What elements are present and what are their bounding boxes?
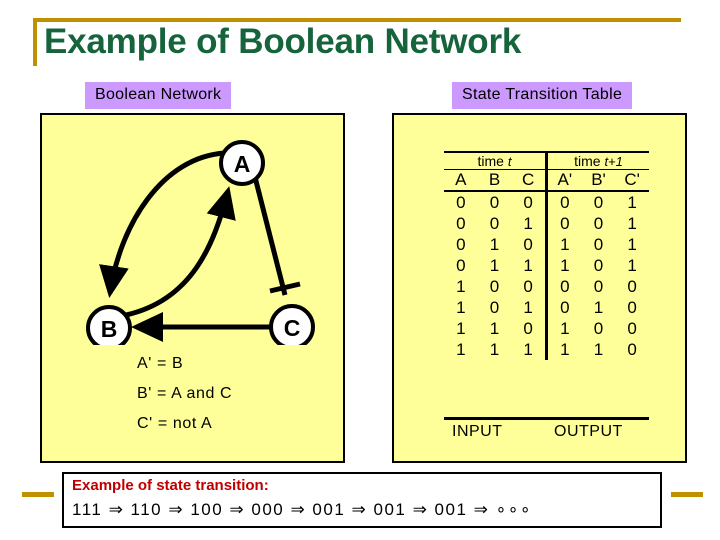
page-title: Example of Boolean Network [44,22,522,61]
equation-b: B' = A and C [137,385,233,402]
state-transition-table: time t time t+1 A B C A' B' C' 0 0 0 0 0… [444,151,649,360]
cell: 1 [523,298,533,317]
edge-a-inhibits-c [252,176,288,296]
table-row: 0 1 0 1 0 1 [444,234,649,255]
col-header-a-next: A' [544,169,582,192]
section-label-state-transition-table: State Transition Table [452,82,633,109]
table-footer-output: OUTPUT [554,423,623,440]
cell: 0 [456,256,466,275]
transition-table-wrapper: time t time t+1 A B C A' B' C' 0 0 0 0 0… [444,151,649,360]
cell: 0 [456,214,466,233]
cell: 0 [544,276,582,297]
example-heading: Example of state transition: [72,477,269,494]
cell: 0 [523,277,533,296]
cell: 1 [627,235,637,254]
group-header-time-t1-text: time [574,153,605,169]
cell: 0 [627,319,637,338]
cell: 1 [489,256,500,275]
group-header-time-t: time t [444,151,547,170]
cell: 1 [544,339,582,360]
cell: 0 [544,297,582,318]
cell: 1 [456,298,466,317]
cell: 1 [544,255,582,276]
table-footer-input: INPUT [452,423,503,440]
accent-dash-left [22,492,54,497]
cell: 0 [627,277,637,296]
equation-a: A' = B [137,355,184,372]
table-row: 1 1 0 1 0 0 [444,318,649,339]
group-header-time-t1: time t+1 [544,151,649,170]
table-row: 1 0 0 0 0 0 [444,276,649,297]
col-header-b-next: B' [581,169,616,192]
col-header-a: A [444,169,478,192]
cell: 1 [523,214,533,233]
cell: 0 [456,193,466,212]
title-left-rule [33,18,37,66]
cell: 1 [627,193,637,212]
cell: 0 [489,298,500,317]
cell: 0 [627,298,637,317]
table-row: 0 1 1 1 0 1 [444,255,649,276]
node-a-label: A [234,151,251,177]
group-header-time-t-var: t [507,154,512,169]
edge-a-to-b [99,150,226,298]
inhibition-bar-icon [269,281,301,294]
table-bottom-rule [444,417,649,420]
cell: 0 [593,214,604,233]
network-graph: A B C [86,140,315,345]
cell: 1 [627,256,637,275]
cell: 1 [456,319,466,338]
table-row: 1 0 1 0 1 0 [444,297,649,318]
group-header-time-t1-var: t+1 [604,154,623,169]
node-c-label: C [284,315,301,341]
table-group-header-row: time t time t+1 [444,151,649,170]
col-header-c-next: C' [615,169,649,192]
boolean-network-panel: A B C A' = B B' = A and C C' = not A [40,113,345,463]
cell: 0 [593,256,604,275]
cell: 1 [489,235,500,254]
state-transition-example-box: Example of state transition: 111 ⇒ 110 ⇒… [62,472,662,528]
cell: 0 [489,214,500,233]
node-b-label: B [101,316,118,342]
example-sequence: 111 ⇒ 110 ⇒ 100 ⇒ 000 ⇒ 001 ⇒ 001 ⇒ 001 … [72,500,533,519]
accent-dash-right [671,492,703,497]
cell: 1 [627,214,637,233]
table-row: 0 0 1 0 0 1 [444,213,649,234]
cell: 0 [544,213,582,234]
group-header-time-t-text: time [477,153,508,169]
cell: 1 [456,340,466,359]
cell: 0 [593,235,604,254]
cell: 0 [593,277,604,296]
cell: 0 [523,193,533,212]
cell: 1 [593,298,604,317]
cell: 0 [489,277,500,296]
cell: 1 [544,318,582,339]
table-column-header-row: A B C A' B' C' [444,169,649,192]
cell: 0 [456,235,466,254]
cell: 1 [544,234,582,255]
section-label-boolean-network: Boolean Network [85,82,232,109]
cell: 0 [593,193,604,212]
cell: 1 [523,256,533,275]
cell: 1 [489,340,500,359]
slide-root: Example of Boolean Network Boolean Netwo… [0,0,720,540]
table-row: 0 0 0 0 0 1 [444,191,649,213]
cell: 0 [489,193,500,212]
cell: 1 [456,277,466,296]
state-transition-table-panel: time t time t+1 A B C A' B' C' 0 0 0 0 0… [392,113,687,463]
cell: 1 [523,340,533,359]
col-header-c: C [511,169,547,192]
cell: 0 [593,319,604,338]
cell: 1 [593,340,604,359]
cell: 0 [523,319,533,338]
cell: 0 [544,191,582,213]
cell: 0 [627,340,637,359]
equation-c: C' = not A [137,415,213,432]
table-row: 1 1 1 1 1 0 [444,339,649,360]
col-header-b: B [477,169,512,192]
cell: 0 [523,235,533,254]
cell: 1 [489,319,500,338]
